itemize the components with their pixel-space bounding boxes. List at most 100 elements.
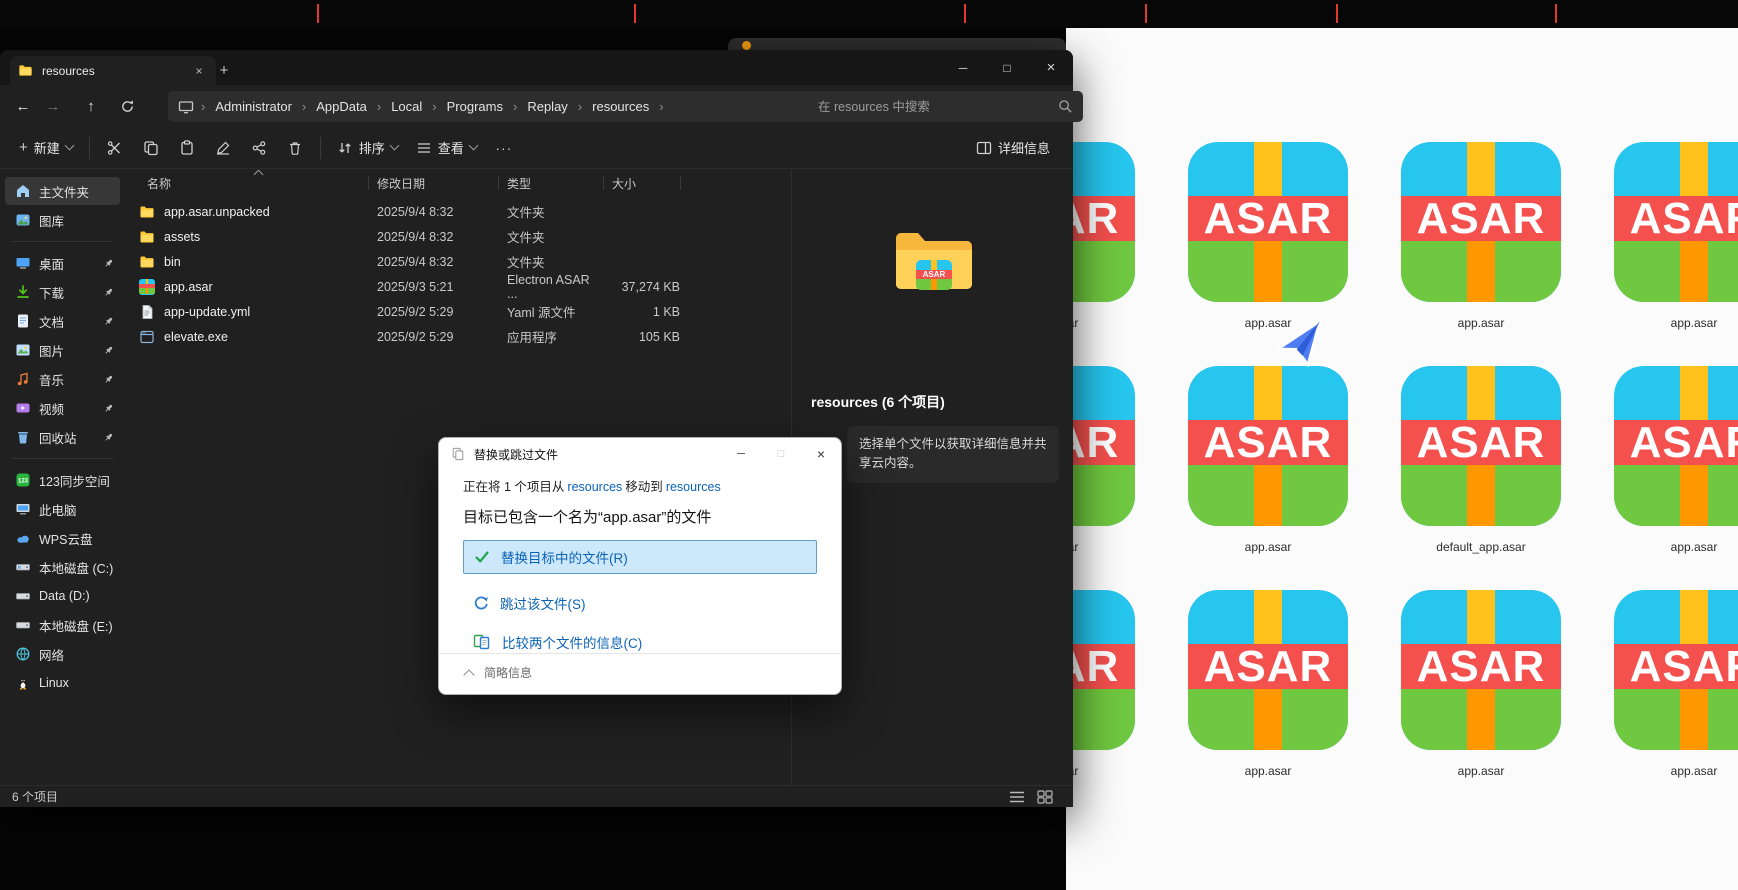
breadcrumb-item[interactable]: Local xyxy=(388,97,425,116)
sidebar-item-videos[interactable]: 视频 xyxy=(5,394,120,422)
sidebar-item-this-pc[interactable]: 此电脑 xyxy=(5,495,120,523)
address-bar[interactable]: › Administrator › AppData › Local › Prog… xyxy=(168,91,820,122)
browser-tab[interactable] xyxy=(635,0,965,28)
delete-button[interactable] xyxy=(280,132,310,164)
copy-button[interactable] xyxy=(136,132,166,164)
sidebar-item-documents[interactable]: 文档 xyxy=(5,307,120,335)
sidebar-item-desktop[interactable]: 桌面 xyxy=(5,249,120,277)
browser-tab[interactable] xyxy=(318,0,635,28)
pin-icon xyxy=(103,403,114,414)
source-folder-link[interactable]: resources xyxy=(567,480,622,494)
compare-icon xyxy=(473,634,491,650)
asar-file-item[interactable]: ASAR app.asar xyxy=(1614,142,1738,330)
file-row[interactable]: app.asar.unpacked 2025/9/4 8:32 文件夹 xyxy=(125,199,791,224)
file-row[interactable]: bin 2025/9/4 8:32 文件夹 xyxy=(125,249,791,274)
target-folder-link[interactable]: resources xyxy=(666,480,721,494)
view-button[interactable]: 查看 xyxy=(407,132,486,164)
sidebar-item-drive-e[interactable]: 本地磁盘 (E:) xyxy=(5,611,120,639)
file-row[interactable]: elevate.exe 2025/9/2 5:29 应用程序 105 KB xyxy=(125,324,791,349)
close-button[interactable]: × xyxy=(801,438,841,470)
breadcrumb-separator: › xyxy=(201,99,205,114)
search-box[interactable] xyxy=(806,91,1083,122)
refresh-button[interactable] xyxy=(112,91,142,121)
column-divider[interactable] xyxy=(680,176,681,190)
browser-tab[interactable] xyxy=(1556,0,1738,28)
thumbnail-view-icon[interactable] xyxy=(1037,790,1053,804)
sidebar-item-pictures[interactable]: 图片 xyxy=(5,336,120,364)
column-header-name[interactable]: 名称 xyxy=(125,175,368,192)
maximize-button[interactable]: □ xyxy=(985,50,1029,85)
asar-file-item[interactable]: ASAR app.asar xyxy=(1614,590,1738,778)
asar-file-item[interactable]: ASAR app.asar xyxy=(1401,142,1561,330)
asar-file-item[interactable]: ASAR app.asar xyxy=(1188,590,1348,778)
tab-close-icon[interactable]: × xyxy=(190,62,208,80)
browser-tab[interactable] xyxy=(1146,0,1337,28)
browser-tab[interactable] xyxy=(0,0,318,28)
sidebar-item-downloads[interactable]: 下载 xyxy=(5,278,120,306)
asar-icon: ASAR xyxy=(1066,366,1135,526)
new-tab-button[interactable]: + xyxy=(212,58,236,82)
asar-file-item[interactable]: ASAR app.asar xyxy=(1066,366,1135,554)
forward-button[interactable]: → xyxy=(38,91,68,121)
sidebar-item-recycle-bin[interactable]: 回收站 xyxy=(5,423,120,451)
sidebar-item-home[interactable]: 主文件夹 xyxy=(5,177,120,205)
browser-tab[interactable] xyxy=(965,0,1146,28)
search-input[interactable] xyxy=(816,99,1058,115)
asar-file-item[interactable]: ASAR app.asar xyxy=(1066,590,1135,778)
breadcrumb-item[interactable]: AppData xyxy=(313,97,370,116)
close-button[interactable]: × xyxy=(1029,50,1073,85)
column-header-type[interactable]: 类型 xyxy=(499,175,603,192)
sidebar-item-drive-d[interactable]: Data (D:) xyxy=(5,582,120,610)
sidebar-item-label: 此电脑 xyxy=(39,500,77,519)
share-button[interactable] xyxy=(244,132,274,164)
file-row[interactable]: assets 2025/9/4 8:32 文件夹 xyxy=(125,224,791,249)
details-pane-toggle[interactable]: 详细信息 xyxy=(967,132,1059,164)
divider xyxy=(320,137,321,159)
breadcrumb-item[interactable]: Administrator xyxy=(212,97,295,116)
sidebar-item-music[interactable]: 音乐 xyxy=(5,365,120,393)
sidebar-item-drive-c[interactable]: 本地磁盘 (C:) xyxy=(5,553,120,581)
sidebar-item-wps-cloud[interactable]: WPS云盘 xyxy=(5,524,120,552)
paste-button[interactable] xyxy=(172,132,202,164)
sidebar-item-label: Linux xyxy=(39,676,69,690)
new-button-label: 新建 xyxy=(34,138,60,157)
sidebar-item-network[interactable]: 网络 xyxy=(5,640,120,668)
file-row[interactable]: app.asar 2025/9/3 5:21 Electron ASAR ...… xyxy=(125,274,791,299)
sidebar-item-linux[interactable]: Linux xyxy=(5,669,120,697)
skip-option[interactable]: 跳过该文件(S) xyxy=(463,593,817,613)
rename-button[interactable] xyxy=(208,132,238,164)
compare-option[interactable]: 比较两个文件的信息(C) xyxy=(463,632,817,652)
divider xyxy=(89,137,90,159)
file-row[interactable]: app-update.yml 2025/9/2 5:29 Yaml 源文件 1 … xyxy=(125,299,791,324)
new-button[interactable]: + 新建 xyxy=(10,132,82,164)
column-header-date[interactable]: 修改日期 xyxy=(369,175,498,192)
asar-file-item[interactable]: ASAR app.asar xyxy=(1066,142,1135,330)
cut-button[interactable] xyxy=(100,132,130,164)
breadcrumb-item[interactable]: resources xyxy=(589,97,652,116)
breadcrumb-item[interactable]: Replay xyxy=(524,97,570,116)
asar-file-item[interactable]: ASAR default_app.asar xyxy=(1401,366,1561,554)
sort-button[interactable]: 排序 xyxy=(328,132,407,164)
minimize-button[interactable]: ─ xyxy=(721,438,761,470)
breadcrumb-item[interactable]: Programs xyxy=(444,97,506,116)
back-button[interactable]: ← xyxy=(8,91,38,121)
paper-plane-logo-icon xyxy=(1271,316,1329,372)
replace-option[interactable]: 替换目标中的文件(R) xyxy=(463,540,817,574)
up-button[interactable]: ↑ xyxy=(76,91,106,121)
browser-tab[interactable] xyxy=(1337,0,1556,28)
column-header-size[interactable]: 大小 xyxy=(604,175,680,192)
sidebar-item-123sync[interactable]: 123 123同步空间 xyxy=(5,466,120,494)
explorer-tab[interactable]: resources × xyxy=(10,56,216,85)
minimize-button[interactable]: ─ xyxy=(941,50,985,85)
asar-file-item[interactable]: ASAR app.asar xyxy=(1188,366,1348,554)
file-type: Electron ASAR ... xyxy=(498,273,603,301)
sidebar-item-gallery[interactable]: 图库 xyxy=(5,206,120,234)
more-button[interactable]: ··· xyxy=(489,132,519,164)
asar-file-item[interactable]: ASAR app.asar xyxy=(1188,142,1348,330)
sidebar-item-label: 123同步空间 xyxy=(39,471,110,490)
asar-file-item[interactable]: ASAR app.asar xyxy=(1614,366,1738,554)
details-view-icon[interactable] xyxy=(1009,790,1025,804)
fewer-details-toggle[interactable]: 简略信息 xyxy=(465,664,532,681)
asar-icon: ASAR xyxy=(1188,590,1348,750)
asar-file-item[interactable]: ASAR app.asar xyxy=(1401,590,1561,778)
